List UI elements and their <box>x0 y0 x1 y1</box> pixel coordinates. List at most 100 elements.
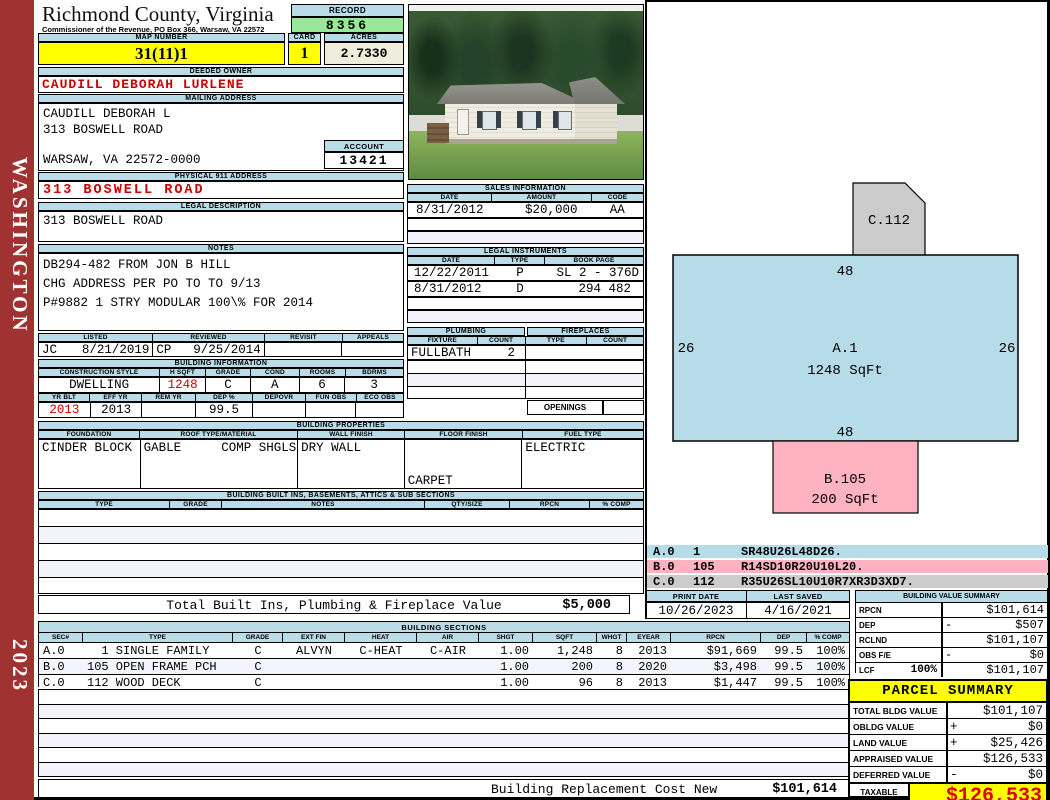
photo-shutter <box>496 111 501 128</box>
wall-finish-header: WALL FINISH <box>297 430 405 439</box>
hsqft: 1248 <box>160 378 207 392</box>
value-summary-row: OBS F/E - $0 <box>856 648 1047 663</box>
plumbing-header: PLUMBING <box>407 327 525 336</box>
legend-vector: R14SD10R20U10L20. <box>741 559 864 574</box>
construction-style: DWELLING <box>39 378 161 392</box>
rooms: 6 <box>300 378 346 392</box>
empty-row <box>407 297 644 310</box>
fixture: FULLBATH <box>411 346 472 359</box>
building-sections-cols: SEC# TYPE GRADE EXT FIN HEAT AIR SHGT SQ… <box>39 633 849 643</box>
building-info-values2: 2013 2013 99.5 <box>38 402 404 418</box>
sketch-sqft-b: 200 SqFt <box>811 492 878 508</box>
dim-right: 26 <box>999 341 1016 357</box>
yrblt-header: YR BLT <box>38 393 90 402</box>
properties-cols: FOUNDATION ROOF TYPE/MATERIAL WALL FINIS… <box>38 430 644 439</box>
legend-num: 1 <box>693 544 701 559</box>
parcel-row: DEFERRED VALUE - $0 <box>850 767 1046 784</box>
hsqft-header: H SQFT <box>159 368 206 377</box>
county-title: Richmond County, Virginia <box>42 2 274 26</box>
photo-side-wall <box>573 103 617 141</box>
note-line: CHG ADDRESS PER PO TO TO 9/13 <box>43 277 261 291</box>
floor-finish-1: CARPET <box>407 474 453 488</box>
note-line: DB294-482 FROM JON B HILL <box>43 258 231 272</box>
notes-box: DB294-482 FROM JON B HILL CHG ADDRESS PE… <box>38 253 404 331</box>
revisit-header: REVISIT <box>264 333 343 342</box>
legal-description-header: LEGAL DESCRIPTION <box>38 202 404 211</box>
property-record-card: WASHINGTON 2023 Richmond County, Virgini… <box>0 0 1050 800</box>
instr-type: D <box>516 282 524 296</box>
note-line: P#9882 1 STRY MODULAR 100\% FOR 2014 <box>43 296 314 310</box>
remyr-header: REM YR <box>141 393 196 402</box>
col-comp: % COMP <box>807 633 849 642</box>
properties-values: CINDER BLOCK GABLE COMP SHGLS DRY WALL C… <box>38 439 644 489</box>
replacement-cost-value: $101,614 <box>772 782 837 797</box>
reviewed-date: 9/25/2014 <box>193 343 261 356</box>
physical-address-value: 313 BOSWELL ROAD <box>38 181 404 199</box>
sale-code: AA <box>609 203 625 217</box>
construction-style-header: CONSTRUCTION STYLE <box>38 368 160 377</box>
notes-header: NOTES <box>38 244 404 253</box>
sales-code-header: CODE <box>591 193 644 202</box>
fixture-count: 2 <box>478 346 526 359</box>
legend-row-b: B.0 105 R14SD10R20U10L20. <box>647 559 1048 574</box>
col-air: AIR <box>417 633 479 642</box>
print-saved-headers: PRINT DATE LAST SAVED <box>645 590 850 602</box>
sale-date: 8/31/2012 <box>416 203 484 217</box>
sales-row: 8/31/2012 $20,000 AA <box>407 202 644 218</box>
print-date-header: PRINT DATE <box>645 590 747 602</box>
building-info-values1: DWELLING 1248 C A 6 3 <box>38 377 404 393</box>
eff-yr: 2013 <box>91 403 143 417</box>
sales-date-header: DATE <box>407 193 492 202</box>
builtins-grade-header: GRADE <box>169 500 222 509</box>
legend-num: 112 <box>693 574 715 589</box>
instr-date: 12/22/2011 <box>414 266 490 280</box>
instrument-row: 12/22/2011 P SL 2 - 376D <box>407 265 644 281</box>
fixture-count-header: COUNT <box>476 336 526 345</box>
building-sections-header: BUILDING SECTIONS <box>39 622 849 633</box>
sales-header: SALES INFORMATION <box>407 184 644 193</box>
sales-amount-header: AMOUNT <box>491 193 592 202</box>
legend-num: 105 <box>693 559 715 574</box>
fixture-header: FIXTURE <box>407 336 478 345</box>
parcel-row: OBLDG VALUE + $0 <box>850 719 1046 735</box>
deeded-owner-header: DEEDED OWNER <box>38 67 404 76</box>
physical-address-header: PHYSICAL 911 ADDRESS <box>38 172 404 181</box>
fireplace-empty <box>526 346 643 359</box>
sketch-sqft-a: 1248 SqFt <box>807 363 883 379</box>
parcel-row: APPRAISED VALUE $126,533 <box>850 751 1046 767</box>
parcel-summary: PARCEL SUMMARY TOTAL BLDG VALUE $101,107… <box>848 679 1048 800</box>
map-number-value: 31(11)1 <box>38 42 285 65</box>
col-sec: SEC# <box>39 633 83 642</box>
district-band: WASHINGTON 2023 <box>0 0 34 800</box>
sales-cols: DATE AMOUNT CODE <box>407 193 644 202</box>
eco-obs <box>356 403 403 417</box>
roof-header: ROOF TYPE/MATERIAL <box>139 430 298 439</box>
account-header: ACCOUNT <box>324 140 404 152</box>
rooms-header: ROOMS <box>299 368 346 377</box>
instrument-row: 8/31/2012 D 294 482 <box>407 281 644 297</box>
sketch-label-a: A.1 <box>832 341 857 357</box>
instr-type: P <box>516 266 524 280</box>
floor-finish-value: CARPET VINYL HARDWOOD <box>405 440 523 488</box>
empty-row <box>407 231 644 244</box>
legend-code: A.0 <box>653 544 675 559</box>
total-builtins-row: Total Built Ins, Plumbing & Fireplace Va… <box>38 595 630 614</box>
legend-vector: SR48U26L48D26. <box>741 544 842 559</box>
tax-year: 2023 <box>8 638 32 693</box>
map-number-header: MAP NUMBER <box>38 33 285 42</box>
col-extfin: EXT FIN <box>283 633 345 642</box>
col-shgt: SHGT <box>479 633 533 642</box>
legend-vector: R35U26SL10U10R7XR3D3XD7. <box>741 574 914 589</box>
openings-value <box>603 400 644 415</box>
photo-foundation <box>445 139 617 144</box>
mailing-line1: CAUDILL DEBORAH L <box>43 107 171 121</box>
taxable-row: TAXABLE VALUE $126,533 <box>850 784 1046 800</box>
dep-pct: 99.5 <box>196 403 253 417</box>
dim-left: 26 <box>678 341 695 357</box>
sale-amount: $20,000 <box>524 203 578 217</box>
total-builtins-label: Total Built Ins, Plumbing & Fireplace Va… <box>166 598 502 613</box>
building-value-summary: BUILDING VALUE SUMMARY RPCN $101,614 DEP… <box>855 590 1048 677</box>
empty-row <box>407 218 644 231</box>
fireplace-count-header: COUNT <box>586 336 644 345</box>
photo-window <box>482 111 497 130</box>
